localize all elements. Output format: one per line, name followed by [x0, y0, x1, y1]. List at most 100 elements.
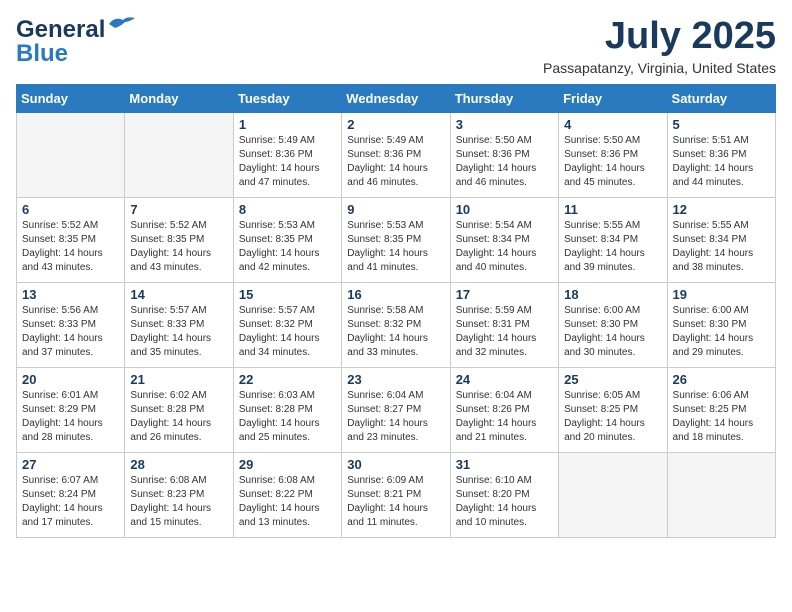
calendar-week-0: 1 Sunrise: 5:49 AMSunset: 8:36 PMDaylight…	[17, 112, 776, 197]
weekday-header-wednesday: Wednesday	[342, 84, 450, 112]
logo-blue-text: Blue	[16, 40, 137, 68]
day-number: 27	[22, 457, 119, 472]
calendar-cell: 11 Sunrise: 5:55 AMSunset: 8:34 PMDayligh…	[559, 197, 667, 282]
logo: General Blue	[16, 16, 137, 68]
title-area: July 2025 Passapatanzy, Virginia, United…	[543, 16, 776, 76]
day-info: Sunrise: 6:01 AMSunset: 8:29 PMDaylight:…	[22, 389, 119, 445]
day-info: Sunrise: 5:53 AMSunset: 8:35 PMDaylight:…	[347, 219, 444, 275]
calendar-cell: 17 Sunrise: 5:59 AMSunset: 8:31 PMDayligh…	[450, 282, 558, 367]
day-number: 6	[22, 202, 119, 217]
day-info: Sunrise: 5:51 AMSunset: 8:36 PMDaylight:…	[673, 134, 770, 190]
day-number: 31	[456, 457, 553, 472]
logo-bird-icon	[107, 14, 137, 36]
calendar-table: SundayMondayTuesdayWednesdayThursdayFrid…	[16, 84, 776, 538]
calendar-cell: 27 Sunrise: 6:07 AMSunset: 8:24 PMDayligh…	[17, 452, 125, 537]
day-info: Sunrise: 5:49 AMSunset: 8:36 PMDaylight:…	[239, 134, 336, 190]
day-number: 4	[564, 117, 661, 132]
day-number: 24	[456, 372, 553, 387]
calendar-cell: 1 Sunrise: 5:49 AMSunset: 8:36 PMDaylight…	[233, 112, 341, 197]
calendar-week-4: 27 Sunrise: 6:07 AMSunset: 8:24 PMDayligh…	[17, 452, 776, 537]
calendar-cell: 2Sunrise: 5:49 AMSunset: 8:36 PMDaylight…	[342, 112, 450, 197]
day-number: 15	[239, 287, 336, 302]
weekday-header-thursday: Thursday	[450, 84, 558, 112]
calendar-cell: 13Sunrise: 5:56 AMSunset: 8:33 PMDayligh…	[17, 282, 125, 367]
weekday-header-row: SundayMondayTuesdayWednesdayThursdayFrid…	[17, 84, 776, 112]
day-number: 5	[673, 117, 770, 132]
day-info: Sunrise: 6:03 AMSunset: 8:28 PMDaylight:…	[239, 389, 336, 445]
weekday-header-saturday: Saturday	[667, 84, 775, 112]
calendar-cell	[559, 452, 667, 537]
day-info: Sunrise: 6:02 AMSunset: 8:28 PMDaylight:…	[130, 389, 227, 445]
calendar-cell: 26 Sunrise: 6:06 AMSunset: 8:25 PMDayligh…	[667, 367, 775, 452]
day-info: Sunrise: 6:00 AMSunset: 8:30 PMDaylight:…	[564, 304, 661, 360]
calendar-cell: 14Sunrise: 5:57 AMSunset: 8:33 PMDayligh…	[125, 282, 233, 367]
day-info: Sunrise: 5:52 AMSunset: 8:35 PMDaylight:…	[130, 219, 227, 275]
month-title: July 2025	[543, 16, 776, 58]
calendar-cell: 22 Sunrise: 6:03 AMSunset: 8:28 PMDayligh…	[233, 367, 341, 452]
calendar-body: 1 Sunrise: 5:49 AMSunset: 8:36 PMDaylight…	[17, 112, 776, 537]
day-info: Sunrise: 5:54 AMSunset: 8:34 PMDaylight:…	[456, 219, 553, 275]
calendar-week-1: 6 Sunrise: 5:52 AMSunset: 8:35 PMDaylight…	[17, 197, 776, 282]
calendar-cell: 6Sunrise: 5:52 AMSunset: 8:35 PMDaylight…	[17, 197, 125, 282]
day-number: 2	[347, 117, 444, 132]
calendar-cell: 3 Sunrise: 5:50 AMSunset: 8:36 PMDaylight…	[450, 112, 558, 197]
calendar-cell: 25Sunrise: 6:05 AMSunset: 8:25 PMDayligh…	[559, 367, 667, 452]
calendar-cell: 8Sunrise: 5:53 AMSunset: 8:35 PMDaylight…	[233, 197, 341, 282]
calendar-cell: 4Sunrise: 5:50 AMSunset: 8:36 PMDaylight…	[559, 112, 667, 197]
day-number: 17	[456, 287, 553, 302]
day-info: Sunrise: 5:53 AMSunset: 8:35 PMDaylight:…	[239, 219, 336, 275]
calendar-cell	[667, 452, 775, 537]
day-info: Sunrise: 6:00 AMSunset: 8:30 PMDaylight:…	[673, 304, 770, 360]
day-number: 26	[673, 372, 770, 387]
weekday-header-tuesday: Tuesday	[233, 84, 341, 112]
day-info: Sunrise: 5:55 AMSunset: 8:34 PMDaylight:…	[564, 219, 661, 275]
calendar-cell	[17, 112, 125, 197]
day-number: 16	[347, 287, 444, 302]
day-info: Sunrise: 5:58 AMSunset: 8:32 PMDaylight:…	[347, 304, 444, 360]
day-info: Sunrise: 6:06 AMSunset: 8:25 PMDaylight:…	[673, 389, 770, 445]
calendar-cell: 9 Sunrise: 5:53 AMSunset: 8:35 PMDaylight…	[342, 197, 450, 282]
calendar-week-2: 13Sunrise: 5:56 AMSunset: 8:33 PMDayligh…	[17, 282, 776, 367]
weekday-header-monday: Monday	[125, 84, 233, 112]
location: Passapatanzy, Virginia, United States	[543, 60, 776, 76]
calendar-cell: 21 Sunrise: 6:02 AMSunset: 8:28 PMDayligh…	[125, 367, 233, 452]
day-info: Sunrise: 5:59 AMSunset: 8:31 PMDaylight:…	[456, 304, 553, 360]
calendar-week-3: 20 Sunrise: 6:01 AMSunset: 8:29 PMDayligh…	[17, 367, 776, 452]
day-info: Sunrise: 5:55 AMSunset: 8:34 PMDaylight:…	[673, 219, 770, 275]
day-number: 20	[22, 372, 119, 387]
day-number: 19	[673, 287, 770, 302]
calendar-cell: 28 Sunrise: 6:08 AMSunset: 8:23 PMDayligh…	[125, 452, 233, 537]
calendar-cell: 7 Sunrise: 5:52 AMSunset: 8:35 PMDaylight…	[125, 197, 233, 282]
day-number: 12	[673, 202, 770, 217]
day-info: Sunrise: 6:08 AMSunset: 8:23 PMDaylight:…	[130, 474, 227, 530]
day-number: 1	[239, 117, 336, 132]
day-number: 28	[130, 457, 227, 472]
day-number: 11	[564, 202, 661, 217]
calendar-cell: 5 Sunrise: 5:51 AMSunset: 8:36 PMDaylight…	[667, 112, 775, 197]
calendar-cell: 10Sunrise: 5:54 AMSunset: 8:34 PMDayligh…	[450, 197, 558, 282]
weekday-header-friday: Friday	[559, 84, 667, 112]
day-number: 3	[456, 117, 553, 132]
day-info: Sunrise: 6:09 AMSunset: 8:21 PMDaylight:…	[347, 474, 444, 530]
calendar-cell	[125, 112, 233, 197]
calendar-cell: 23Sunrise: 6:04 AMSunset: 8:27 PMDayligh…	[342, 367, 450, 452]
day-number: 25	[564, 372, 661, 387]
day-info: Sunrise: 6:08 AMSunset: 8:22 PMDaylight:…	[239, 474, 336, 530]
day-number: 18	[564, 287, 661, 302]
day-number: 22	[239, 372, 336, 387]
calendar-cell: 20 Sunrise: 6:01 AMSunset: 8:29 PMDayligh…	[17, 367, 125, 452]
calendar-cell: 30 Sunrise: 6:09 AMSunset: 8:21 PMDayligh…	[342, 452, 450, 537]
day-info: Sunrise: 6:04 AMSunset: 8:26 PMDaylight:…	[456, 389, 553, 445]
calendar-cell: 12 Sunrise: 5:55 AMSunset: 8:34 PMDayligh…	[667, 197, 775, 282]
calendar-cell: 31Sunrise: 6:10 AMSunset: 8:20 PMDayligh…	[450, 452, 558, 537]
day-number: 21	[130, 372, 227, 387]
day-info: Sunrise: 6:07 AMSunset: 8:24 PMDaylight:…	[22, 474, 119, 530]
page-header: General Blue July 2025 Passapatanzy, Vir…	[16, 16, 776, 76]
day-number: 29	[239, 457, 336, 472]
day-number: 30	[347, 457, 444, 472]
day-info: Sunrise: 5:50 AMSunset: 8:36 PMDaylight:…	[456, 134, 553, 190]
day-number: 9	[347, 202, 444, 217]
calendar-cell: 19 Sunrise: 6:00 AMSunset: 8:30 PMDayligh…	[667, 282, 775, 367]
calendar-cell: 24 Sunrise: 6:04 AMSunset: 8:26 PMDayligh…	[450, 367, 558, 452]
day-number: 7	[130, 202, 227, 217]
